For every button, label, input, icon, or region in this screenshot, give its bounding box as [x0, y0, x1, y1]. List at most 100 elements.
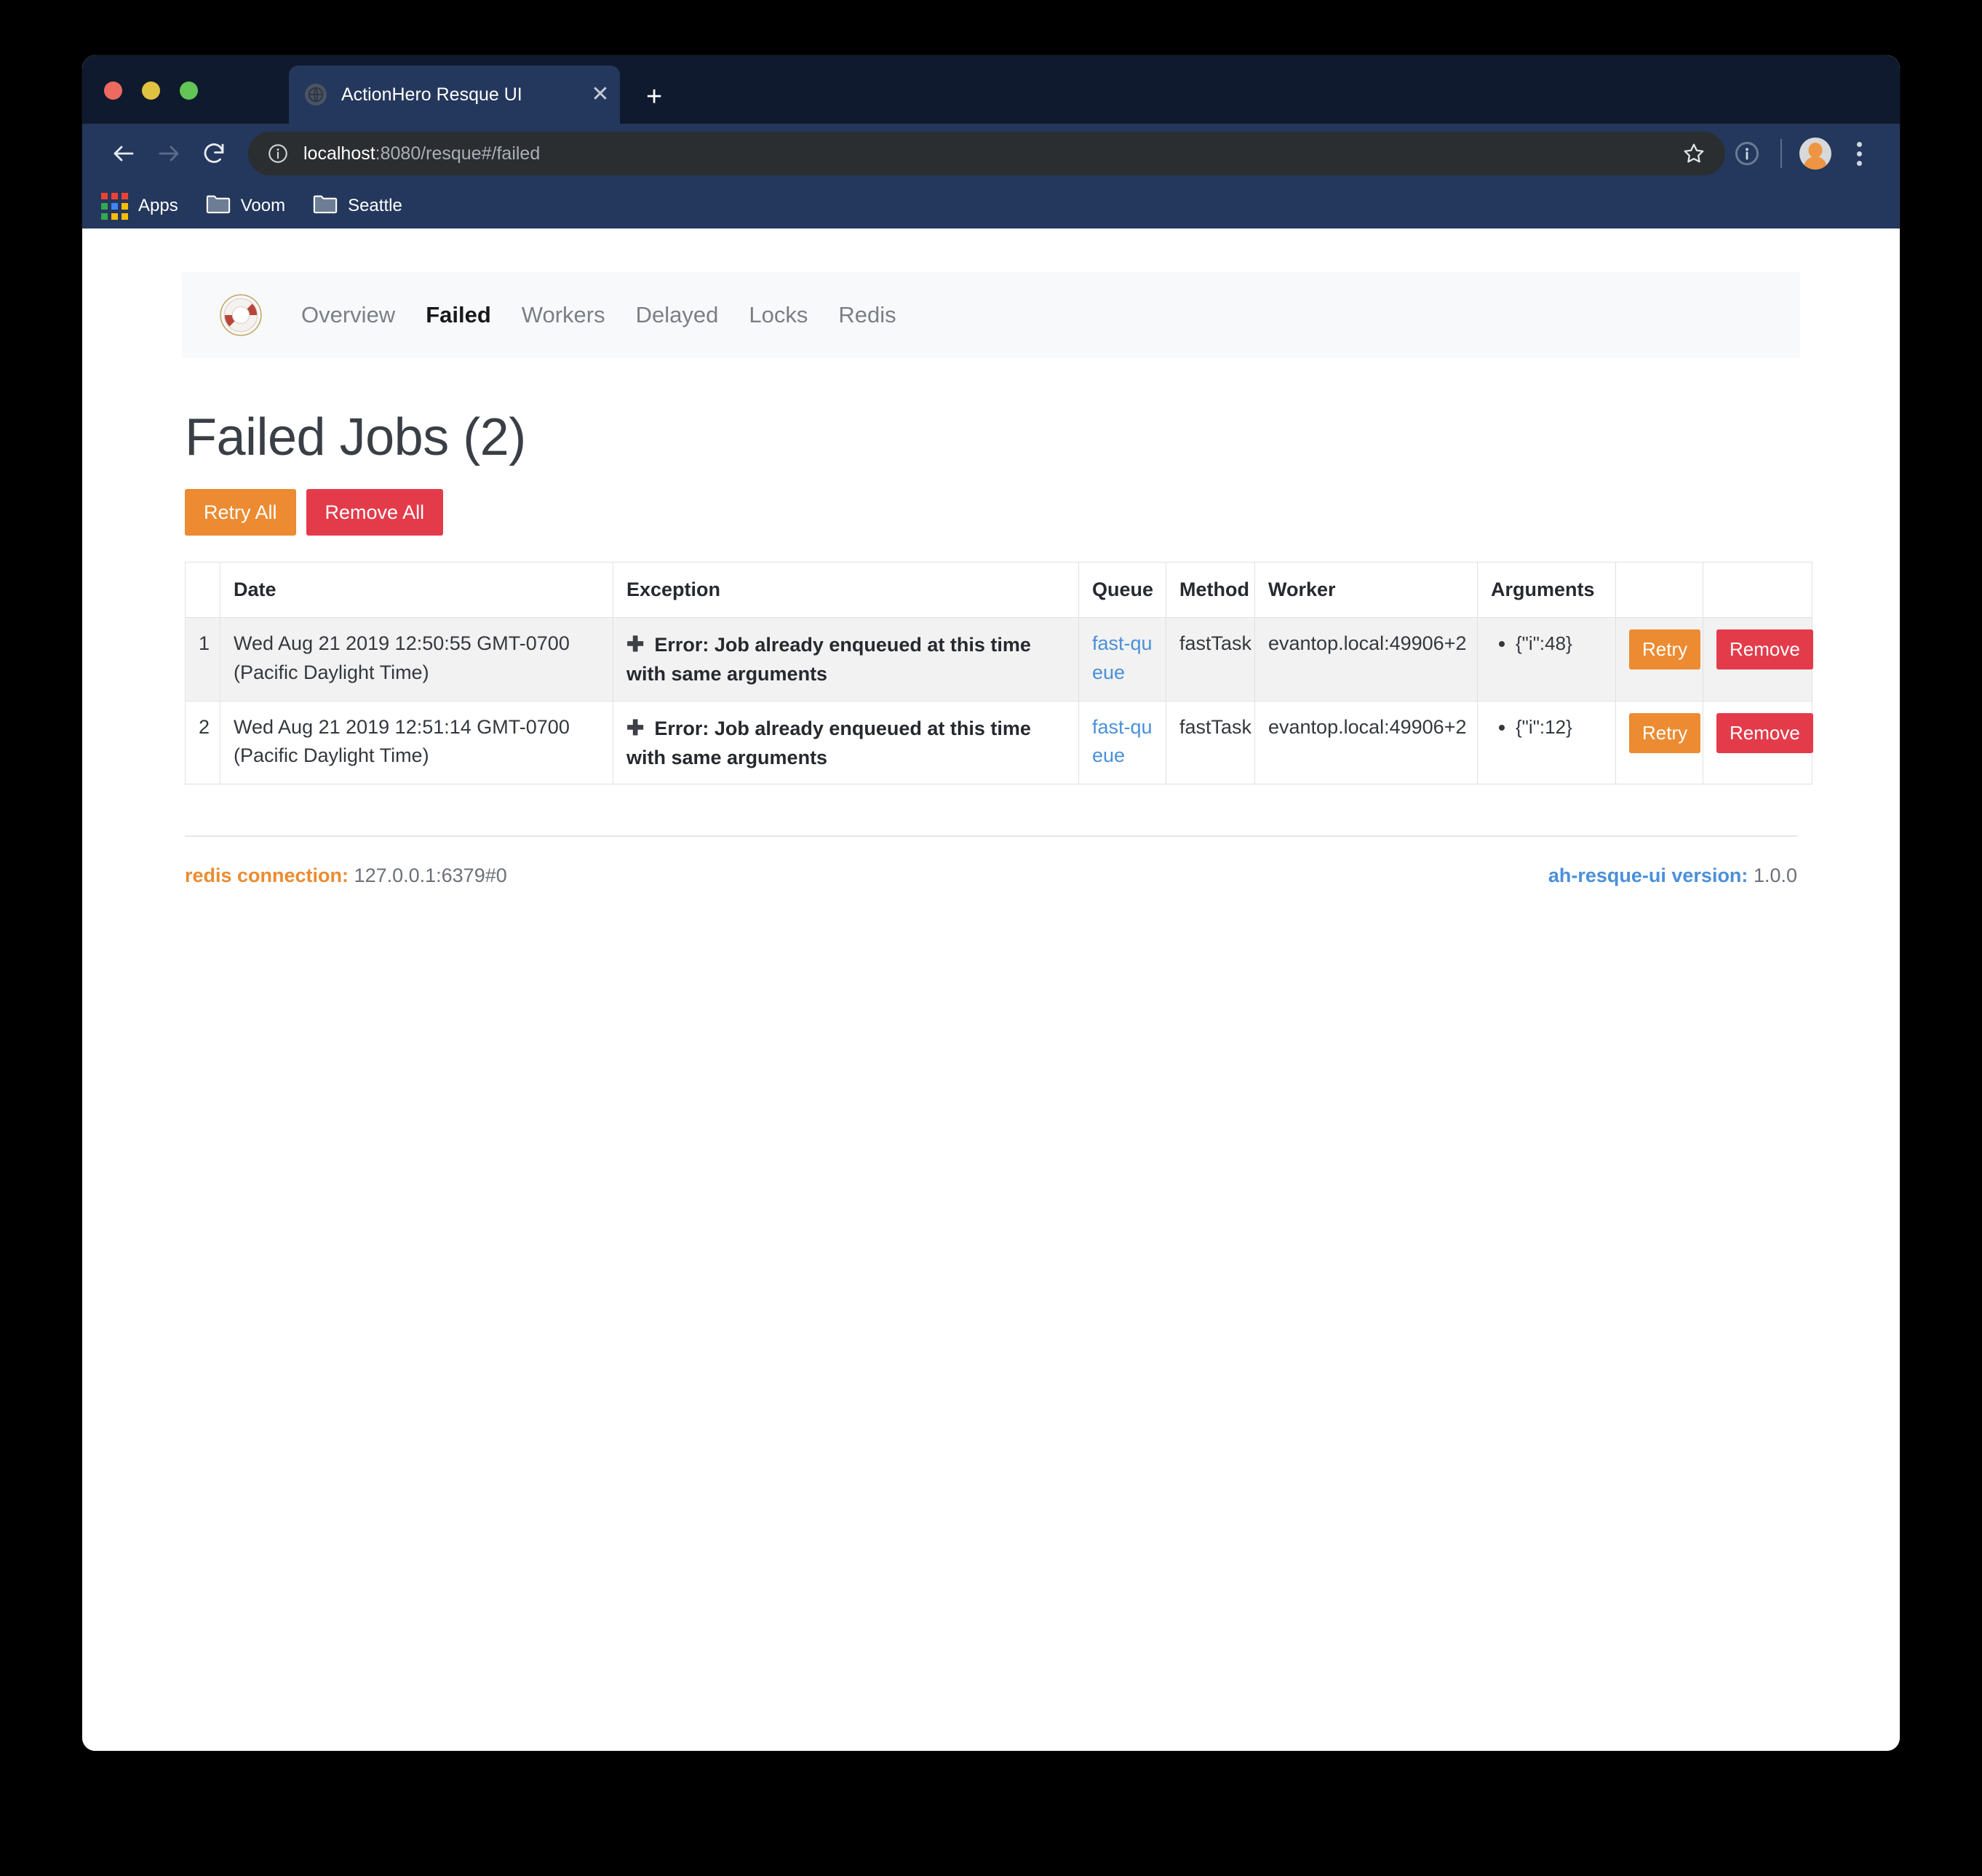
row-index: 1: [185, 617, 220, 701]
cell-exception: ✚ Error: Job already enqueued at this tim…: [613, 617, 1079, 701]
cell-queue: fast-queue: [1078, 617, 1166, 701]
remove-all-button[interactable]: Remove All: [306, 489, 444, 536]
cell-method: fastTask: [1166, 617, 1255, 701]
th-remove: [1703, 562, 1812, 619]
url-path: :8080/resque#/failed: [375, 143, 541, 164]
nav-item-overview[interactable]: Overview: [301, 302, 395, 328]
address-bar[interactable]: localhost:8080/resque#/failed: [248, 132, 1725, 175]
toolbar-divider: [1780, 139, 1782, 168]
queue-link[interactable]: fast-queue: [1092, 632, 1153, 683]
arguments-list: {"i":48}: [1491, 629, 1602, 658]
cell-arguments: {"i":48}: [1477, 617, 1616, 701]
cell-arguments: {"i":12}: [1477, 700, 1616, 784]
reload-icon[interactable]: [191, 131, 236, 176]
browser-toolbar: localhost:8080/resque#/failed: [82, 124, 1900, 183]
close-window-button[interactable]: [104, 82, 122, 100]
redis-connection-label: redis connection:: [185, 864, 349, 886]
page-footer: redis connection: 127.0.0.1:6379#0 ah-re…: [185, 865, 1797, 887]
nav-item-workers[interactable]: Workers: [522, 302, 605, 328]
arguments-list: {"i":12}: [1491, 713, 1602, 742]
argument-value: {"i":12}: [1516, 715, 1572, 738]
extension-circle-icon[interactable]: [1725, 140, 1769, 167]
cell-worker: evantop.local:49906+2: [1254, 700, 1478, 784]
th-queue: Queue: [1078, 562, 1166, 619]
tab-strip: ActionHero Resque UI ✕ +: [82, 55, 1900, 124]
apps-grid-icon: [101, 192, 128, 220]
browser-tab-title: ActionHero Resque UI: [341, 84, 522, 105]
th-exception: Exception: [613, 562, 1079, 619]
cell-date: Wed Aug 21 2019 12:50:55 GMT-0700 (Pacif…: [220, 617, 613, 701]
kebab-menu-icon[interactable]: [1837, 141, 1881, 166]
plus-icon[interactable]: ✚: [626, 633, 644, 656]
bookmark-seattle[interactable]: Seattle: [313, 194, 402, 219]
folder-icon: [313, 194, 338, 219]
nav-item-failed[interactable]: Failed: [426, 302, 491, 328]
failed-jobs-table-wrap: Date Exception Queue Method Worker Argum…: [185, 562, 1813, 784]
cell-worker: evantop.local:49906+2: [1254, 617, 1478, 701]
bookmark-apps[interactable]: Apps: [101, 192, 178, 220]
maximize-window-button[interactable]: [180, 82, 198, 100]
redis-connection-info: redis connection: 127.0.0.1:6379#0: [185, 865, 507, 887]
table-body: 1 Wed Aug 21 2019 12:50:55 GMT-0700 (Pac…: [185, 617, 1813, 784]
list-item: {"i":12}: [1516, 713, 1602, 742]
arrow-left-icon[interactable]: [101, 131, 146, 176]
argument-value: {"i":48}: [1516, 632, 1572, 655]
bookmark-voom[interactable]: Voom: [206, 194, 285, 219]
star-icon[interactable]: [1681, 141, 1706, 166]
folder-icon: [206, 194, 231, 219]
page-viewport: Overview Failed Workers Delayed Locks Re…: [82, 228, 1900, 1751]
cell-exception: ✚ Error: Job already enqueued at this tim…: [613, 700, 1079, 784]
app-navbar: Overview Failed Workers Delayed Locks Re…: [182, 272, 1800, 358]
browser-tab-active[interactable]: ActionHero Resque UI ✕: [289, 65, 620, 124]
redis-connection-value: 127.0.0.1:6379#0: [354, 864, 507, 886]
bookmarks-bar: Apps Voom Seattle: [82, 183, 1900, 228]
th-retry: [1615, 562, 1703, 619]
arrow-right-icon[interactable]: [146, 131, 191, 176]
cell-queue: fast-queue: [1078, 700, 1166, 784]
toolbar-right-actions: [1725, 138, 1881, 170]
globe-icon: [305, 84, 327, 106]
th-worker: Worker: [1254, 562, 1478, 619]
th-method: Method: [1166, 562, 1255, 619]
cell-date: Wed Aug 21 2019 12:51:14 GMT-0700 (Pacif…: [220, 700, 613, 784]
avatar-icon[interactable]: [1794, 138, 1837, 170]
nav-item-redis[interactable]: Redis: [838, 302, 896, 328]
failed-jobs-table: Date Exception Queue Method Worker Argum…: [185, 562, 1813, 784]
table-header-row: Date Exception Queue Method Worker Argum…: [185, 562, 1812, 619]
exception-message: Error: Job already enqueued at this time…: [626, 717, 1031, 768]
queue-link[interactable]: fast-queue: [1092, 716, 1153, 766]
cell-retry: Retry: [1615, 617, 1703, 701]
cell-retry: Retry: [1615, 700, 1703, 784]
cell-remove: Remove: [1703, 617, 1813, 701]
version-info: ah-resque-ui version: 1.0.0: [1548, 865, 1797, 887]
plus-icon[interactable]: +: [646, 83, 662, 111]
lifebuoy-icon[interactable]: [215, 290, 266, 341]
retry-all-button[interactable]: Retry All: [185, 489, 296, 536]
th-date: Date: [220, 562, 613, 619]
plus-icon[interactable]: ✚: [626, 717, 644, 740]
th-index: [185, 562, 220, 619]
version-value: 1.0.0: [1753, 864, 1797, 886]
avatar: [1799, 138, 1831, 170]
bookmark-label: Voom: [240, 196, 286, 215]
minimize-window-button[interactable]: [142, 82, 160, 100]
info-circle-icon[interactable]: [267, 143, 289, 164]
table-row: 1 Wed Aug 21 2019 12:50:55 GMT-0700 (Pac…: [185, 617, 1813, 701]
close-icon[interactable]: ✕: [584, 84, 617, 106]
nav-item-locks[interactable]: Locks: [749, 302, 808, 328]
bookmark-label: Apps: [138, 196, 178, 215]
bookmark-label: Seattle: [348, 196, 402, 215]
retry-button[interactable]: Retry: [1629, 629, 1701, 670]
nav-item-delayed[interactable]: Delayed: [636, 302, 719, 328]
retry-button[interactable]: Retry: [1629, 712, 1701, 753]
remove-button[interactable]: Remove: [1716, 629, 1813, 670]
page-title: Failed Jobs (2): [185, 408, 526, 466]
address-bar-url: localhost:8080/resque#/failed: [303, 143, 1670, 164]
table-row: 2 Wed Aug 21 2019 12:51:14 GMT-0700 (Pac…: [185, 700, 1813, 784]
cell-method: fastTask: [1166, 700, 1255, 784]
list-item: {"i":48}: [1516, 629, 1602, 658]
app-nav-links: Overview Failed Workers Delayed Locks Re…: [301, 302, 927, 328]
browser-window: ActionHero Resque UI ✕ + localhost:8080/…: [82, 55, 1900, 1751]
exception-message: Error: Job already enqueued at this time…: [626, 634, 1031, 685]
remove-button[interactable]: Remove: [1716, 712, 1813, 753]
